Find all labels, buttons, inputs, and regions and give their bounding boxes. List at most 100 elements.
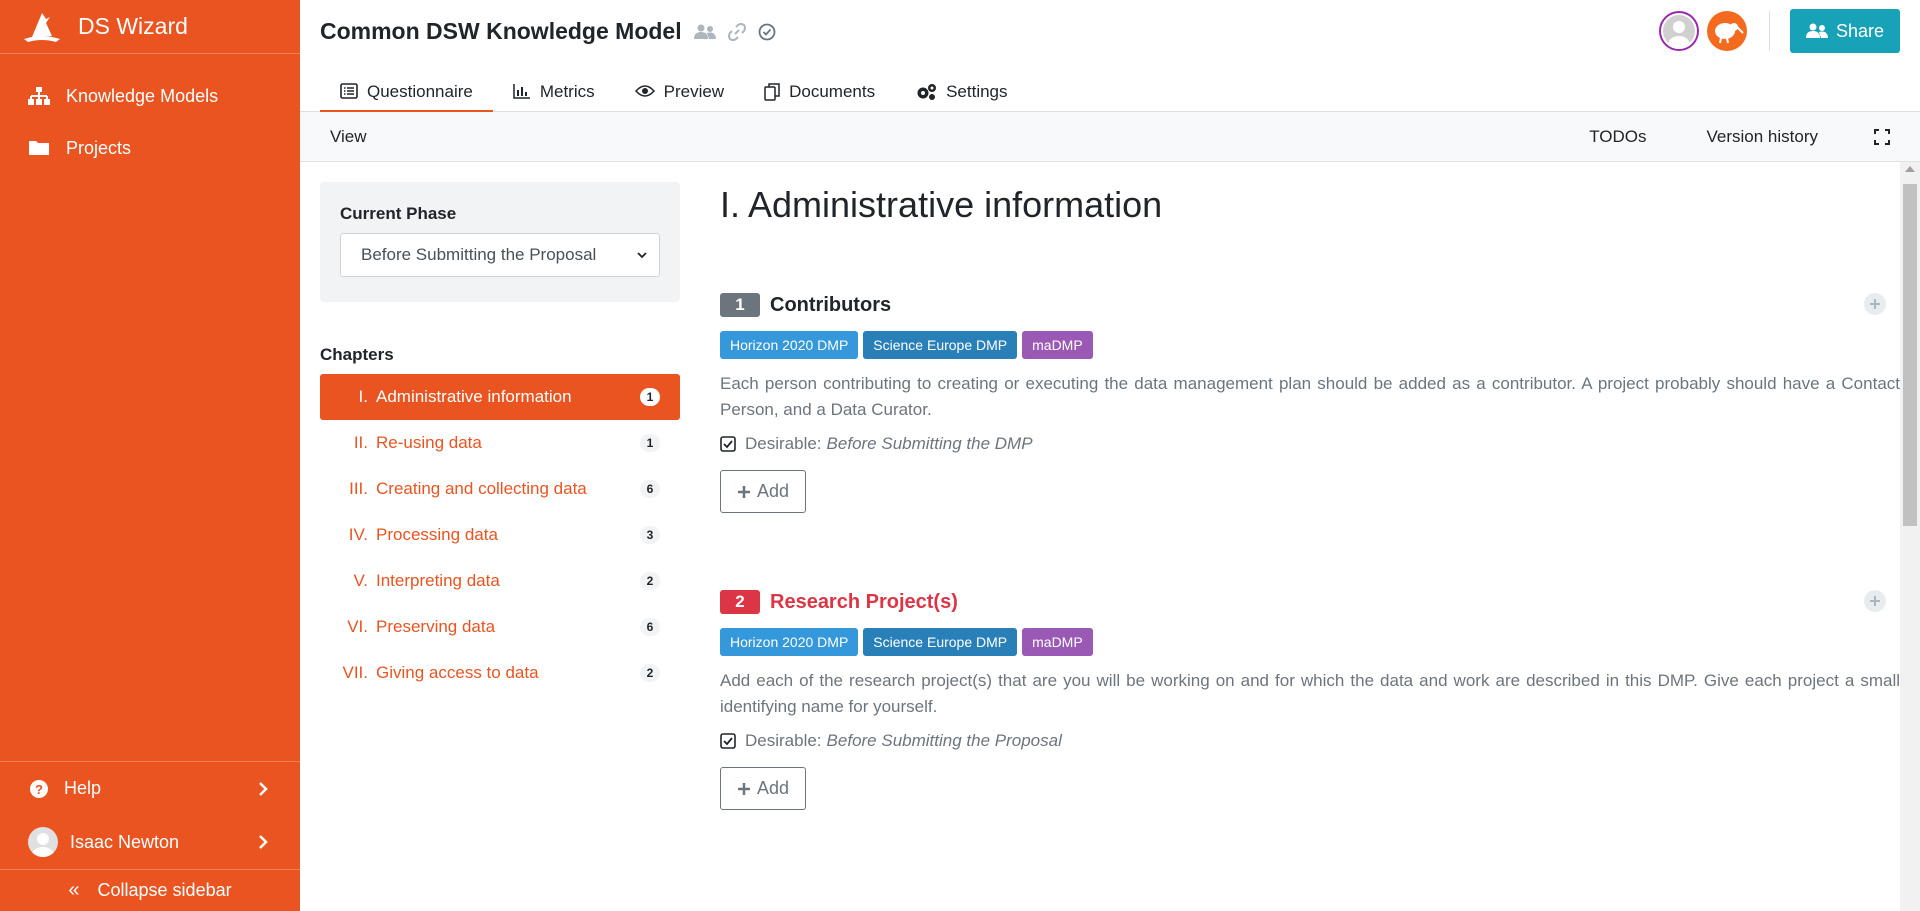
sidebar-item-label: Projects [66, 137, 132, 158]
chapter-item[interactable]: VII. Giving access to data 2 [320, 650, 680, 696]
title-icons [693, 22, 776, 41]
divider [1768, 11, 1770, 51]
chapter-item[interactable]: II. Re-using data 1 [320, 420, 680, 466]
chapter-title: Preserving data [376, 617, 496, 636]
phase-selected-value: Before Submitting the Proposal [361, 245, 597, 264]
chapter-item[interactable]: V. Interpreting data 2 [320, 558, 680, 604]
check-circle-icon [758, 23, 776, 40]
wizard-hat-icon [24, 12, 60, 42]
avatar [28, 827, 58, 857]
chapter-item[interactable]: III. Creating and collecting data 6 [320, 466, 680, 512]
scroll-thumb[interactable] [1903, 184, 1917, 526]
view-menu[interactable]: View [330, 127, 367, 147]
tab-label: Documents [789, 82, 876, 101]
chapter-title: Interpreting data [376, 571, 500, 590]
add-label: Add [756, 481, 790, 501]
add-comment-button[interactable] [1864, 293, 1886, 315]
chapter-navigation: Current Phase Before Submitting the Prop… [320, 182, 680, 696]
content-scrollbar[interactable] [1900, 162, 1920, 911]
tag-science-europe: Science Europe DMP [863, 628, 1018, 656]
chapter-item[interactable]: IV. Processing data 3 [320, 512, 680, 558]
users-icon [1805, 23, 1828, 38]
title-row: Common DSW Knowledge Model [320, 18, 776, 45]
user-menu[interactable]: Isaac Newton [0, 815, 300, 869]
copy-icon [764, 83, 780, 101]
chapter-count-badge: 1 [640, 388, 660, 406]
sidebar-item-projects[interactable]: Projects [0, 122, 300, 174]
question-number: 1 [720, 293, 760, 317]
add-item-button[interactable]: Add [720, 767, 806, 810]
page-title: Common DSW Knowledge Model [320, 18, 682, 44]
questionnaire-toolbar: View TODOs Version history [300, 112, 1920, 162]
chapter-count-badge: 2 [640, 664, 660, 682]
chapter-item[interactable]: I. Administrative information 1 [320, 374, 680, 420]
question-header: 1 Contributors [720, 289, 1900, 321]
chapter-number: VI. [347, 617, 368, 636]
add-item-button[interactable]: Add [720, 470, 806, 513]
question: 2 Research Project(s) Horizon 2020 DMP S… [720, 586, 1900, 810]
sidebar: DS Wizard Knowledge Models Projects ? He… [0, 0, 300, 911]
chevron-right-icon [259, 835, 268, 849]
tag-madmp: maDMP [1022, 331, 1093, 359]
question-title: Research Project(s) [770, 590, 958, 613]
chevron-right-icon [259, 781, 268, 796]
add-comment-button[interactable] [1864, 590, 1886, 612]
sidebar-nav: Knowledge Models Projects [0, 54, 300, 174]
question-tags: Horizon 2020 DMP Science Europe DMP maDM… [720, 331, 1900, 359]
chapter-number: V. [353, 571, 368, 590]
chart-icon [513, 84, 530, 99]
eye-icon [634, 85, 655, 97]
help-menu[interactable]: ? Help [0, 761, 300, 815]
tab-settings[interactable]: Settings [895, 78, 1027, 112]
brand[interactable]: DS Wizard [0, 0, 300, 54]
tab-preview[interactable]: Preview [615, 78, 744, 112]
phase-label: Current Phase [340, 204, 457, 223]
desirable-phase: Before Submitting the DMP [826, 434, 1033, 453]
todos-button[interactable]: TODOs [1589, 127, 1646, 147]
user-name: Isaac Newton [70, 831, 180, 852]
question-tags: Horizon 2020 DMP Science Europe DMP maDM… [720, 628, 1900, 656]
sitemap-icon [28, 87, 50, 105]
tabs: Questionnaire Metrics Preview Documents … [320, 78, 1028, 112]
chapter-list: I. Administrative information 1 II. Re-u… [320, 374, 680, 696]
sidebar-item-knowledge-models[interactable]: Knowledge Models [0, 70, 300, 122]
link-icon[interactable] [727, 22, 746, 41]
question-title: Contributors [770, 293, 892, 316]
avatar[interactable] [1658, 11, 1699, 51]
chapter-title: Processing data [376, 525, 498, 544]
expand-icon[interactable] [1874, 128, 1890, 145]
kiwi-bird-icon [1714, 23, 1744, 44]
version-history-button[interactable]: Version history [1707, 127, 1819, 147]
tab-questionnaire[interactable]: Questionnaire [320, 78, 493, 112]
chapter-item[interactable]: VI. Preserving data 6 [320, 604, 680, 650]
question: 1 Contributors Horizon 2020 DMP Science … [720, 289, 1900, 513]
tab-documents[interactable]: Documents [744, 78, 895, 112]
chapter-count-badge: 1 [640, 434, 660, 452]
sidebar-bottom: ? Help Isaac Newton « Collapse sidebar [0, 761, 300, 911]
users-icon [693, 24, 716, 39]
desirable-phase: Before Submitting the Proposal [826, 731, 1062, 750]
tag-horizon-2020: Horizon 2020 DMP [720, 331, 859, 359]
anonymous-user-avatar[interactable] [1706, 11, 1747, 51]
share-label: Share [1835, 20, 1884, 41]
tab-label: Metrics [539, 82, 595, 101]
tag-horizon-2020: Horizon 2020 DMP [720, 628, 859, 656]
chapter-title: Re-using data [376, 433, 482, 452]
help-label: Help [64, 778, 102, 798]
chevron-down-icon [637, 252, 647, 259]
question-header: 2 Research Project(s) [720, 586, 1900, 618]
gears-icon [917, 84, 937, 100]
chapter-number: VII. [342, 663, 368, 682]
collapse-sidebar-button[interactable]: « Collapse sidebar [0, 869, 300, 911]
questionnaire-content: I. Administrative information 1 Contribu… [720, 162, 1900, 911]
tab-metrics[interactable]: Metrics [493, 78, 615, 112]
chapter-count-badge: 6 [640, 480, 660, 498]
phase-select[interactable]: Before Submitting the Proposal [340, 233, 660, 277]
add-label: Add [756, 778, 790, 798]
share-button[interactable]: Share [1789, 9, 1900, 53]
scroll-up-arrow[interactable] [1905, 166, 1915, 172]
chapter-number: I. [358, 387, 368, 406]
desirable-indicator: Desirable: Before Submitting the DMP [720, 434, 1900, 454]
check-square-icon [720, 436, 736, 452]
chapters-label: Chapters [320, 345, 394, 364]
